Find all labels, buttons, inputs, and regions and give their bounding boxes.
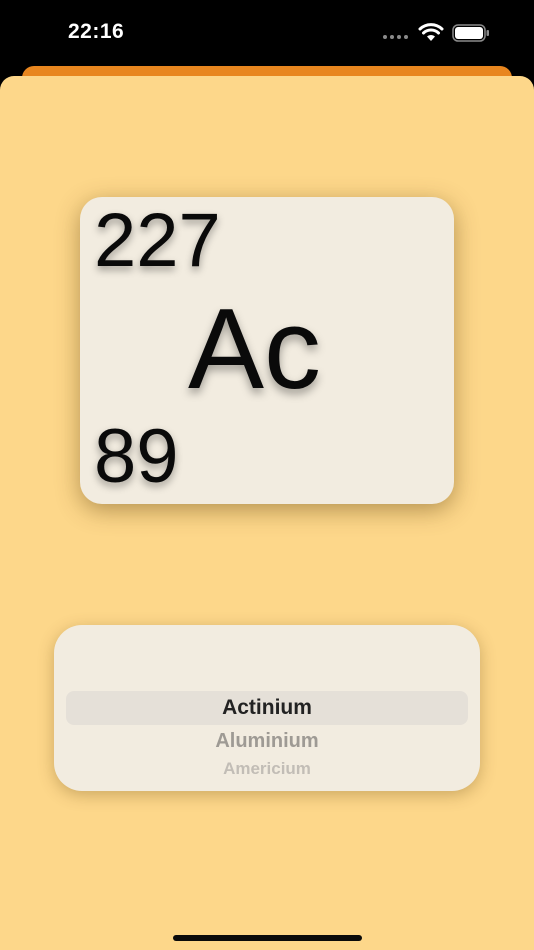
element-card: 227 Ac 89 [80,197,454,504]
battery-icon [452,24,489,42]
status-bar: 22:16 [0,0,534,66]
element-picker[interactable]: Actinium Aluminium Americium [54,625,480,791]
picker-item-selected[interactable]: Actinium [54,696,480,720]
picker-item-next[interactable]: Aluminium [54,730,480,753]
atomic-mass: 227 [94,198,221,283]
cellular-signal-icon [383,35,408,39]
element-symbol: Ac [188,286,322,413]
home-indicator[interactable] [173,935,362,941]
atomic-number: 89 [94,414,179,499]
status-time: 22:16 [68,20,125,43]
wifi-icon [418,23,444,41]
picker-item-next2[interactable]: Americium [54,759,480,779]
